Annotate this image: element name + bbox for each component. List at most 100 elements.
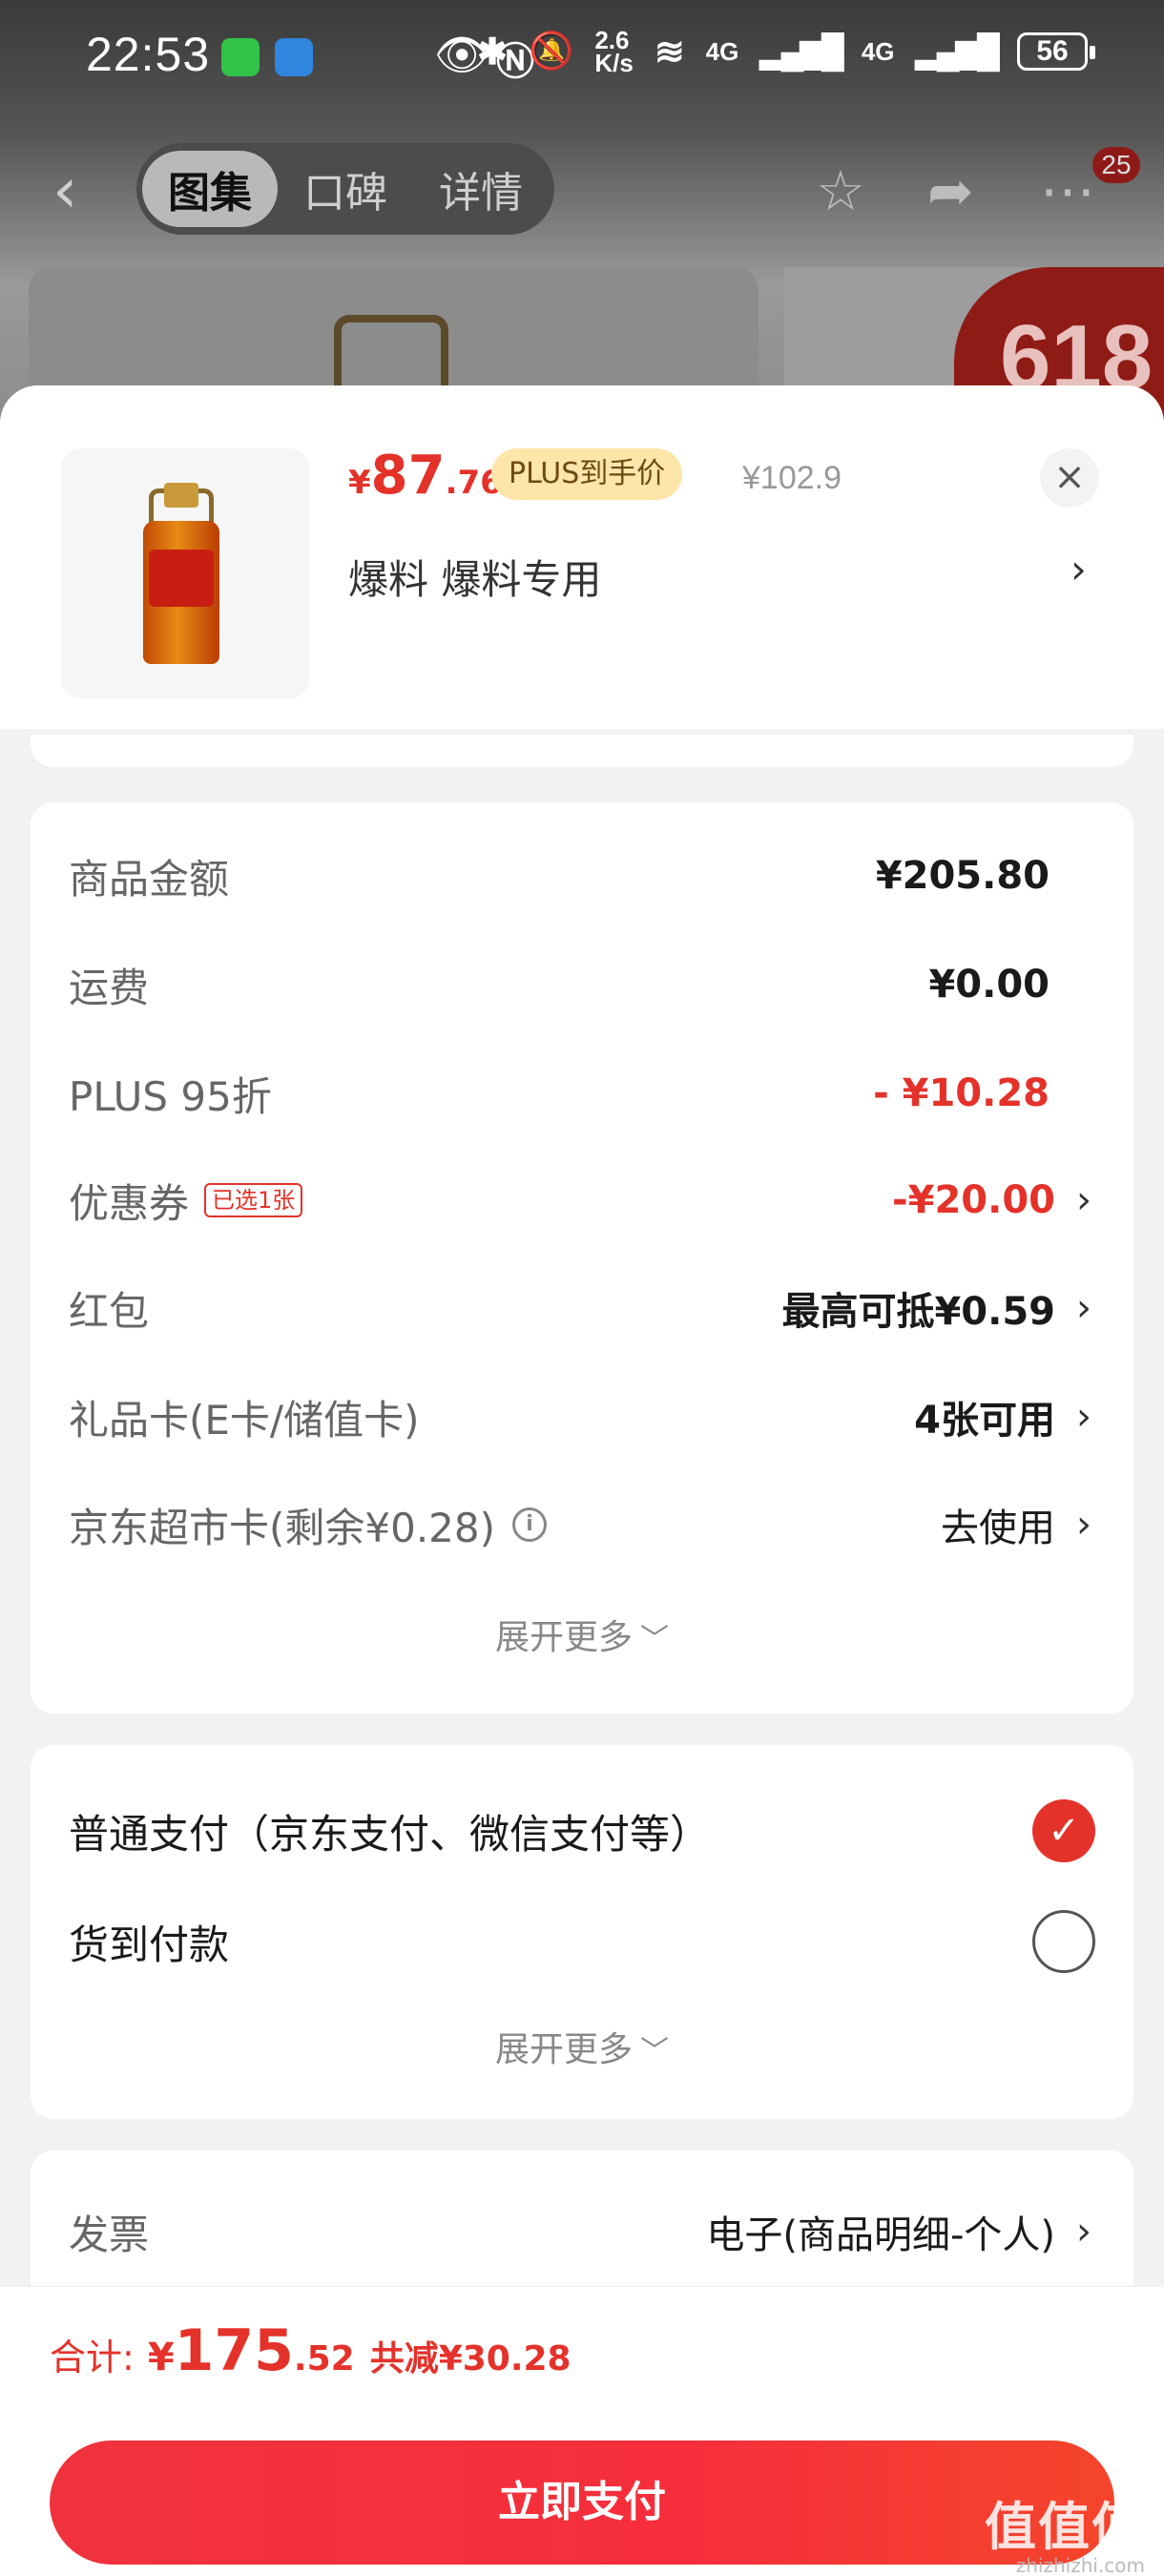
payment-option-cod[interactable]: 货到付款 bbox=[69, 1903, 1095, 1980]
signal-1-label: 4G bbox=[705, 37, 739, 66]
cost-label: PLUS 95折 bbox=[69, 1072, 272, 1120]
background-product-page: 22:53 👁 Ⓝ ✱ 🔕 2.6 K/s ≋ 4G ▂▄▆█ 4G ▂▄▆█ … bbox=[0, 0, 1164, 458]
total-integer: 175 bbox=[174, 2317, 294, 2384]
invoice-label: 发票 bbox=[69, 2211, 150, 2258]
original-price: ¥102.9 bbox=[742, 460, 842, 496]
supermarket-card-label: 京东超市卡(剩余¥0.28) bbox=[69, 1504, 496, 1551]
cost-label: 商品金额 bbox=[69, 855, 230, 903]
chevron-right-icon[interactable]: › bbox=[1070, 546, 1087, 592]
info-icon[interactable]: i bbox=[512, 1507, 548, 1542]
plus-price-tag: PLUS到手价 bbox=[491, 448, 683, 500]
cost-value: 4张可用 › bbox=[914, 1389, 1091, 1444]
red-packet-value: 最高可抵¥0.59 bbox=[781, 1290, 1055, 1334]
invoice-value: 电子(商品明细-个人) bbox=[706, 2213, 1055, 2257]
cost-value: - ¥10.28 bbox=[873, 1071, 1050, 1115]
plus-price: ¥ 87 .76 bbox=[348, 445, 503, 507]
back-chevron-icon[interactable]: ‹ bbox=[52, 159, 77, 222]
close-icon[interactable]: × bbox=[1040, 448, 1099, 508]
coupon-selected-tag: 已选1张 bbox=[204, 1183, 303, 1217]
notification-badge: 25 bbox=[1092, 147, 1140, 183]
cost-row-supermarket-card[interactable]: 京东超市卡(剩余¥0.28) i 去使用 › bbox=[69, 1491, 1091, 1558]
site-watermark: 值值值 zhizhizhi.com bbox=[985, 2484, 1145, 2576]
network-speed: 2.6 K/s bbox=[594, 26, 634, 77]
price-integer: 87 bbox=[370, 445, 446, 507]
tab-reviews[interactable]: 口碑 bbox=[278, 151, 413, 227]
tab-gallery[interactable]: 图集 bbox=[142, 151, 278, 227]
card-divider bbox=[31, 735, 1133, 767]
payment-option-label: 普通支付（京东支付、微信支付等） bbox=[69, 1810, 711, 1858]
battery-icon: 56 bbox=[1017, 32, 1095, 71]
gift-card-value: 4张可用 bbox=[914, 1399, 1055, 1443]
status-right-icons: ✱ 🔕 2.6 K/s ≋ 4G ▂▄▆█ 4G ▂▄▆█ 56 bbox=[477, 26, 1095, 77]
total-bar: 合计: ¥ 175 .52 共减¥30.28 bbox=[0, 2286, 1164, 2429]
product-thumbnail bbox=[61, 448, 309, 698]
wifi-icon: ≋ bbox=[654, 31, 685, 73]
invoice-row[interactable]: 发票 电子(商品明细-个人) › bbox=[69, 2198, 1091, 2265]
invoice-value-group: 电子(商品明细-个人) › bbox=[706, 2204, 1091, 2259]
cost-row-shipping: 运费 ¥0.00 bbox=[69, 951, 1091, 1018]
chevron-right-icon: › bbox=[1076, 1395, 1091, 1439]
cost-value: ¥205.80 bbox=[875, 854, 1050, 898]
price-currency: ¥ bbox=[348, 464, 371, 502]
payment-option-online[interactable]: 普通支付（京东支付、微信支付等） ✓ bbox=[69, 1793, 1095, 1869]
pay-now-button[interactable]: 立即支付 bbox=[50, 2441, 1114, 2565]
payment-method-card: 普通支付（京东支付、微信支付等） ✓ 货到付款 展开更多 ﹀ bbox=[31, 1745, 1133, 2119]
cost-label: 京东超市卡(剩余¥0.28) i bbox=[69, 1496, 548, 1554]
total-savings: 共减¥30.28 bbox=[369, 2339, 572, 2379]
mute-bell-icon: 🔕 bbox=[529, 31, 574, 72]
nav-tab-group: 图集 口碑 详情 bbox=[136, 143, 554, 235]
tab-details[interactable]: 详情 bbox=[413, 151, 549, 227]
cost-summary-card: 商品金额 ¥205.80 运费 ¥0.00 PLUS 95折 - ¥10.28 … bbox=[31, 802, 1133, 1714]
browser-app-icon bbox=[275, 38, 313, 76]
cost-label: 优惠券 已选1张 bbox=[69, 1172, 303, 1230]
cost-row-coupon[interactable]: 优惠券 已选1张 -¥20.00 › bbox=[69, 1167, 1091, 1234]
cost-label: 运费 bbox=[69, 964, 150, 1011]
coupon-label: 优惠券 bbox=[69, 1179, 190, 1227]
wechat-icon bbox=[221, 38, 260, 76]
product-nav-bar: ‹ 图集 口碑 详情 ☆ ➦ ⋯ 25 bbox=[0, 143, 1164, 239]
signal-bars-icon: ▂▄▆█ bbox=[759, 33, 844, 70]
more-dots-icon[interactable]: ⋯ bbox=[1040, 162, 1095, 219]
chevron-right-icon: › bbox=[1076, 2210, 1091, 2254]
expand-more-label: 展开更多 bbox=[494, 1618, 633, 1657]
expand-more-label: 展开更多 bbox=[494, 2030, 633, 2069]
oil-bottle-image bbox=[143, 483, 219, 664]
radio-unselected-icon[interactable] bbox=[1032, 1910, 1095, 1973]
signal-2-label: 4G bbox=[861, 37, 895, 66]
cost-value: 最高可抵¥0.59 › bbox=[781, 1280, 1091, 1336]
total-currency: ¥ bbox=[147, 2336, 175, 2379]
watermark-brand: 值值值 bbox=[985, 2497, 1145, 2557]
checkmark-selected-icon[interactable]: ✓ bbox=[1032, 1799, 1095, 1862]
selected-spec[interactable]: 爆料 爆料专用 bbox=[348, 548, 601, 606]
checkout-sheet: ¥ 87 .76 PLUS到手价 ¥102.9 × 爆料 爆料专用 › 商品金额… bbox=[0, 385, 1164, 2576]
use-card-value: 去使用 bbox=[941, 1506, 1055, 1550]
status-time: 22:53 bbox=[86, 28, 211, 81]
cost-row-gift-card[interactable]: 礼品卡(E卡/储值卡) 4张可用 › bbox=[69, 1383, 1091, 1450]
cost-row-goods: 商品金额 ¥205.80 bbox=[69, 842, 1091, 909]
chevron-down-icon: ﹀ bbox=[640, 2035, 669, 2068]
expand-more-payment[interactable]: 展开更多 ﹀ bbox=[31, 2022, 1133, 2071]
signal-bars-icon: ▂▄▆█ bbox=[915, 33, 1001, 70]
cost-value: ¥0.00 bbox=[928, 963, 1050, 1007]
payment-option-label: 货到付款 bbox=[69, 1921, 230, 1968]
bluetooth-icon: ✱ bbox=[477, 31, 509, 73]
share-icon[interactable]: ➦ bbox=[927, 162, 974, 219]
expand-more-costs[interactable]: 展开更多 ﹀ bbox=[31, 1610, 1133, 1659]
star-favorite-icon[interactable]: ☆ bbox=[816, 162, 865, 219]
cost-row-red-packet[interactable]: 红包 最高可抵¥0.59 › bbox=[69, 1275, 1091, 1341]
total-decimal: .52 bbox=[293, 2339, 355, 2379]
cost-label: 礼品卡(E卡/储值卡) bbox=[69, 1396, 420, 1444]
chevron-right-icon: › bbox=[1076, 1286, 1091, 1330]
cost-value: -¥20.00 › bbox=[892, 1178, 1091, 1222]
chevron-down-icon: ﹀ bbox=[640, 1623, 669, 1656]
total-label: 合计: bbox=[50, 2337, 135, 2379]
cost-row-plus-discount: PLUS 95折 - ¥10.28 bbox=[69, 1060, 1091, 1127]
chevron-right-icon: › bbox=[1076, 1503, 1091, 1547]
coupon-value: -¥20.00 bbox=[892, 1178, 1055, 1222]
product-header: ¥ 87 .76 PLUS到手价 ¥102.9 × 爆料 爆料专用 › bbox=[0, 385, 1164, 729]
cost-label: 红包 bbox=[69, 1287, 150, 1335]
status-bar: 22:53 👁 Ⓝ ✱ 🔕 2.6 K/s ≋ 4G ▂▄▆█ 4G ▂▄▆█ … bbox=[0, 0, 1164, 114]
cost-value: 去使用 › bbox=[941, 1497, 1091, 1552]
order-total: 合计: ¥ 175 .52 共减¥30.28 bbox=[50, 2317, 572, 2384]
chevron-right-icon: › bbox=[1076, 1178, 1091, 1222]
